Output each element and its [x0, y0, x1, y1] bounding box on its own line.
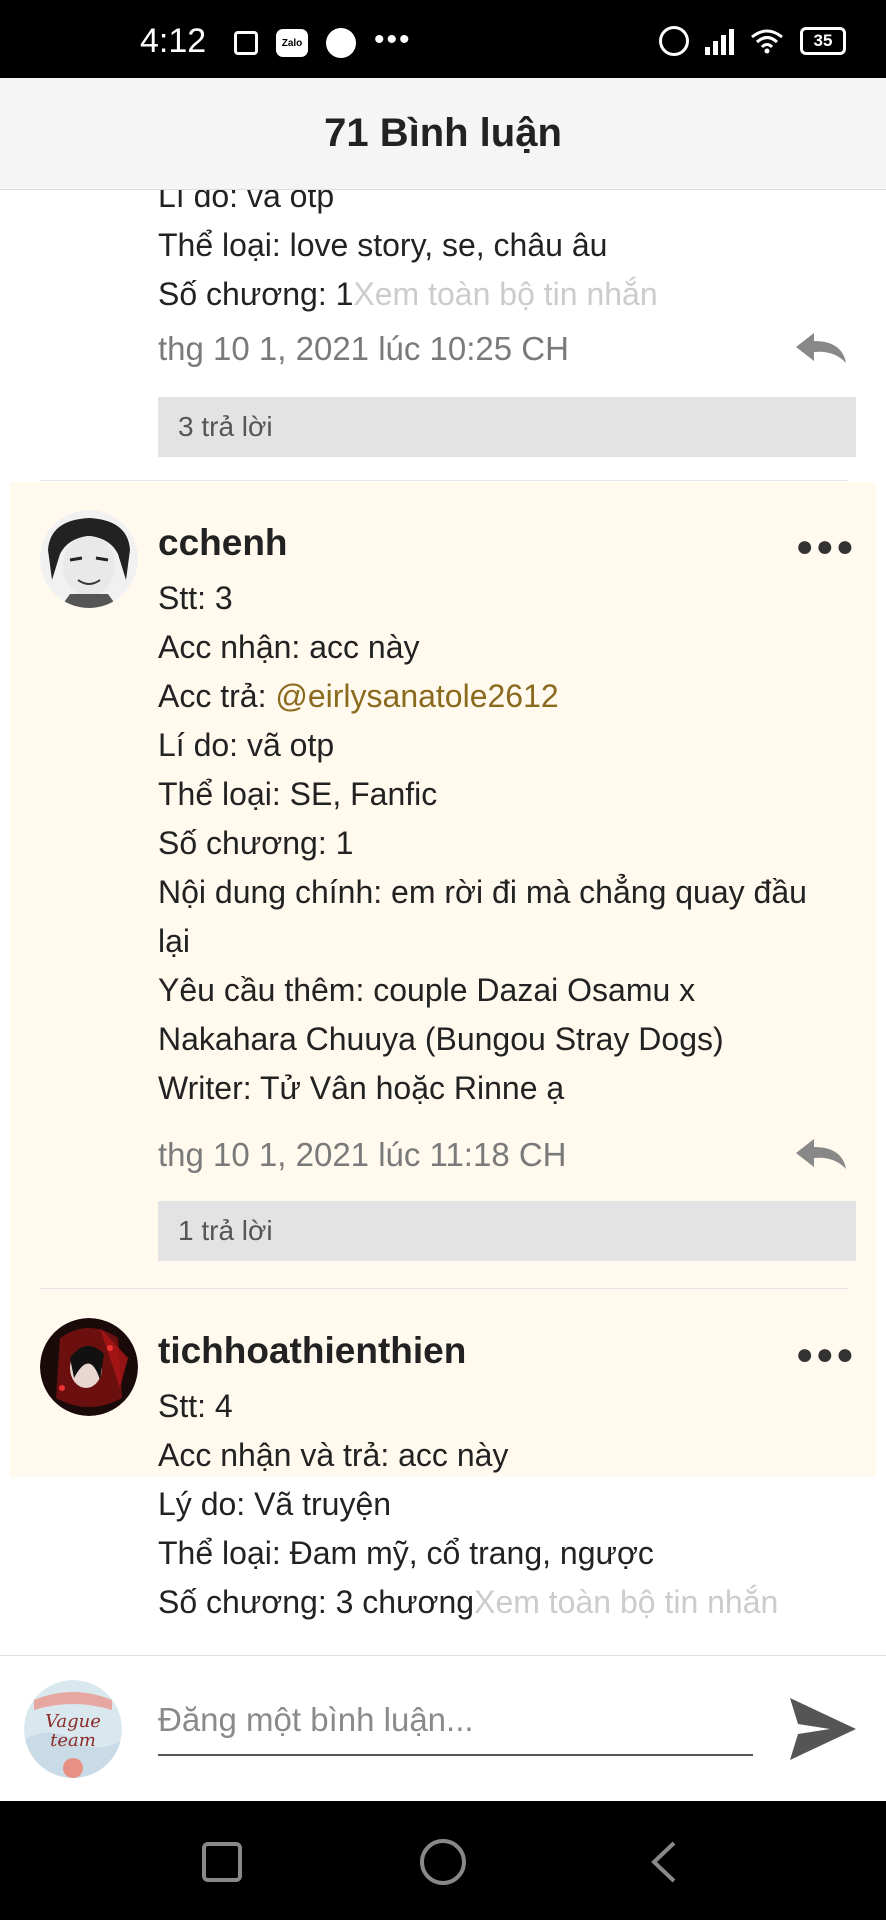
avatar[interactable] — [40, 1318, 138, 1416]
home-button[interactable] — [418, 1837, 468, 1887]
see-more-link[interactable]: Xem toàn bộ tin nhắn — [353, 276, 657, 312]
comment-line: Thể loại: SE, Fanfic — [158, 776, 438, 812]
status-bar: 4:12 Zalo ••• 35 — [0, 0, 886, 78]
divider — [40, 1288, 848, 1289]
zalo-icon: Zalo — [276, 29, 308, 57]
comment-line: Lí do: vã otp — [158, 190, 335, 214]
comment-line: Số chương: 1 — [158, 825, 354, 861]
comment-line: Số chương: 3 chươngXem toàn bộ tin nhắn — [158, 1578, 856, 1627]
comment-body: cchenh Stt: 3 Acc nhận: acc này Acc trả:… — [158, 516, 856, 1261]
comment-line: Nội dung chính: em rời đi mà chẳng quay … — [158, 874, 807, 910]
replies-button[interactable]: 1 trả lời — [158, 1201, 856, 1261]
comment-body: tichhoathienthien Stt: 4 Acc nhận và trả… — [158, 1324, 856, 1627]
back-button[interactable] — [640, 1837, 690, 1887]
comment-line: Số chương: 1Xem toàn bộ tin nhắn — [158, 270, 856, 319]
comment-line: Thể loại: Đam mỹ, cổ trang, ngược — [158, 1535, 654, 1571]
comment-timestamp: thg 10 1, 2021 lúc 10:25 CH — [158, 330, 569, 367]
divider — [40, 480, 848, 481]
comment-username[interactable]: tichhoathienthien — [158, 1324, 856, 1378]
comment-composer: Vague team — [0, 1655, 886, 1801]
alarm-icon — [659, 26, 689, 56]
wifi-icon — [751, 29, 783, 54]
avatar[interactable] — [40, 510, 138, 608]
recents-button[interactable] — [197, 1837, 247, 1887]
comment-line: Thể loại: love story, se, châu âu — [158, 227, 608, 263]
replies-button[interactable]: 3 trả lời — [158, 397, 856, 457]
comment-line: Stt: 3 — [158, 580, 233, 616]
see-more-link[interactable]: Xem toàn bộ tin nhắn — [474, 1584, 778, 1620]
messenger-icon — [326, 28, 356, 58]
calendar-icon — [234, 31, 258, 55]
comment-line: Yêu cầu thêm: couple Dazai Osamu x — [158, 972, 696, 1008]
page-title: 71 Bình luận — [324, 111, 562, 155]
comment-text: Acc trả: — [158, 678, 276, 714]
battery-icon: 35 — [800, 27, 846, 55]
reply-icon[interactable] — [792, 1137, 848, 1171]
status-icons-left: Zalo ••• — [234, 23, 412, 58]
signal-icon — [705, 27, 734, 55]
comment-line: Lí do: vã otp — [158, 727, 335, 763]
mention-link[interactable]: @eirlysanatole2612 — [275, 678, 558, 714]
comment-text: Số chương: 1 — [158, 276, 354, 312]
comment-line: lại — [158, 923, 191, 959]
send-button[interactable] — [788, 1696, 858, 1762]
comment-line: Stt: 4 — [158, 1388, 233, 1424]
avatar-text: Vague — [45, 1711, 101, 1732]
comment-line: Writer: Tử Vân hoặc Rinne ạ — [158, 1070, 565, 1106]
status-icons-right: 35 — [659, 26, 846, 56]
comment-input[interactable] — [158, 1686, 753, 1756]
user-avatar[interactable]: Vague team — [24, 1680, 122, 1778]
reply-icon[interactable] — [792, 331, 848, 365]
system-nav-bar — [0, 1801, 886, 1920]
comment-line: Acc nhận: acc này — [158, 629, 420, 665]
comment-text: Số chương: 3 chương — [158, 1584, 475, 1620]
comment-line: Nakahara Chuuya (Bungou Stray Dogs) — [158, 1021, 724, 1057]
comment-line: Acc nhận và trả: acc này — [158, 1437, 509, 1473]
more-dots-icon: ••• — [374, 23, 412, 56]
status-time: 4:12 — [140, 22, 207, 60]
timestamp-row: thg 10 1, 2021 lúc 10:25 CH — [158, 319, 856, 379]
header: 71 Bình luận — [0, 78, 886, 190]
comment-item: Lí do: vã otp Thể loại: love story, se, … — [158, 190, 856, 457]
avatar-text: team — [50, 1730, 96, 1751]
comment-username[interactable]: cchenh — [158, 516, 856, 570]
comments-list[interactable]: Lí do: vã otp Thể loại: love story, se, … — [0, 190, 886, 1655]
timestamp-row: thg 10 1, 2021 lúc 11:18 CH — [158, 1125, 856, 1185]
comment-line: Lý do: Vã truyện — [158, 1486, 392, 1522]
comment-timestamp: thg 10 1, 2021 lúc 11:18 CH — [158, 1136, 567, 1173]
comment-line: Acc trả: @eirlysanatole2612 — [158, 672, 856, 721]
